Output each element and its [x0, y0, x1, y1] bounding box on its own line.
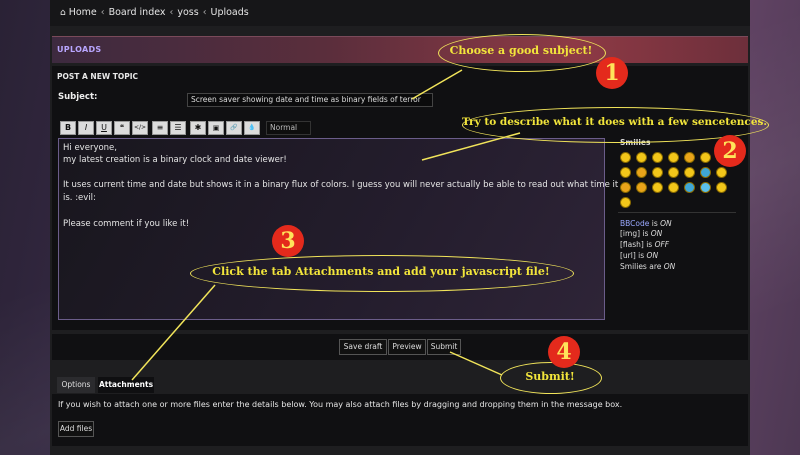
submit-buttons: Save draft Preview Submit — [52, 334, 748, 360]
annotation-text-2: Try to describe what it does with a few … — [462, 116, 768, 128]
home-icon: ⌂ — [60, 8, 66, 18]
smiley-icon[interactable] — [620, 167, 631, 178]
underline-button[interactable]: U — [96, 121, 112, 135]
navbar: ⌂ Home ‹ Board index ‹ yoss ‹ Uploads — [50, 0, 750, 26]
annotation-text-4: Submit! — [525, 370, 575, 383]
ordered-list-button[interactable]: ☰ — [170, 121, 186, 135]
smiley-icon[interactable] — [668, 152, 679, 163]
image-button[interactable]: ▣ — [208, 121, 224, 135]
tab-options[interactable]: Options — [57, 377, 95, 393]
preview-button[interactable]: Preview — [388, 339, 426, 355]
message-line: Hi everyone, — [63, 143, 117, 153]
annotation-number-3: 3 — [272, 225, 304, 257]
img-status: [img] is ON — [620, 229, 662, 238]
smiley-icon[interactable] — [636, 167, 647, 178]
breadcrumb-board-index[interactable]: Board index — [109, 7, 166, 18]
smiley-icon[interactable] — [636, 152, 647, 163]
breadcrumb-home[interactable]: Home — [69, 7, 97, 18]
bbcode-link[interactable]: BBCode — [620, 219, 649, 228]
annotation-number-4: 4 — [548, 336, 580, 368]
breadcrumb-separator: ‹ — [100, 7, 105, 18]
annotation-text-1: Choose a good subject! — [449, 44, 593, 57]
quote-button[interactable]: ❝ — [114, 121, 130, 135]
list-item-button[interactable]: ✱ — [190, 121, 206, 135]
message-line: my latest creation is a binary clock and… — [63, 155, 287, 165]
smilies-status-text: Smilies are — [620, 262, 664, 271]
smiley-icon[interactable] — [684, 167, 695, 178]
annotation-number-1: 1 — [596, 57, 628, 89]
smiley-icon[interactable] — [652, 167, 663, 178]
section-title: POST A NEW TOPIC — [57, 72, 138, 81]
message-textarea[interactable]: Hi everyone, my latest creation is a bin… — [58, 138, 618, 320]
subject-label: Subject: — [58, 92, 98, 102]
breadcrumb: ⌂ Home ‹ Board index ‹ yoss ‹ Uploads — [60, 7, 249, 18]
forum-title[interactable]: UPLOADS — [57, 45, 101, 54]
message-line: is. :evil: — [63, 193, 96, 203]
link-button[interactable]: 🔗 — [226, 121, 242, 135]
smiley-icon[interactable] — [700, 182, 711, 193]
code-button[interactable]: </> — [132, 121, 148, 135]
flash-status: [flash] is OFF — [620, 240, 669, 249]
attachments-help-text: If you wish to attach one or more files … — [58, 400, 623, 409]
submit-button[interactable]: Submit — [427, 339, 461, 355]
smiley-icon[interactable] — [716, 182, 727, 193]
flash-status-text: [flash] is — [620, 240, 655, 249]
bbcode-status-value: ON — [660, 219, 672, 228]
add-files-button[interactable]: Add files — [58, 421, 94, 437]
breadcrumb-yoss[interactable]: yoss — [177, 7, 198, 18]
smiley-icon[interactable] — [716, 167, 727, 178]
smiley-icon[interactable] — [668, 167, 679, 178]
smiley-icon[interactable] — [620, 182, 631, 193]
bbcode-status: BBCode is ON — [620, 219, 672, 228]
list-button[interactable]: ≡ — [152, 121, 168, 135]
smilies-status-value: ON — [663, 262, 676, 271]
italic-button[interactable]: I — [78, 121, 94, 135]
color-button[interactable]: 💧 — [244, 121, 260, 135]
smiley-icon[interactable] — [652, 182, 663, 193]
save-draft-button[interactable]: Save draft — [339, 339, 387, 355]
font-size-select[interactable]: Normal — [266, 121, 311, 135]
annotation-text-3: Click the tab Attachments and add your j… — [212, 265, 550, 278]
tab-attachments[interactable]: Attachments — [98, 377, 154, 393]
smiley-icon[interactable] — [620, 197, 631, 208]
smiley-icon[interactable] — [684, 152, 695, 163]
smiley-icon[interactable] — [700, 167, 711, 178]
message-line: It uses current time and date but shows … — [63, 180, 619, 190]
forum-header: UPLOADS — [52, 36, 748, 63]
bbcode-status-text: is — [649, 219, 661, 228]
smilies-status: Smilies are ON — [620, 262, 675, 271]
flash-status-value: OFF — [654, 240, 670, 249]
breadcrumb-separator: ‹ — [202, 7, 207, 18]
url-status-value: ON — [646, 251, 659, 260]
message-line: Please comment if you like it! — [63, 219, 190, 229]
divider — [618, 212, 736, 213]
smiley-icon[interactable] — [700, 152, 711, 163]
bold-button[interactable]: B — [60, 121, 76, 135]
smiley-icon[interactable] — [684, 182, 695, 193]
subject-input[interactable]: Screen saver showing date and time as bi… — [187, 93, 433, 107]
url-status: [url] is ON — [620, 251, 658, 260]
breadcrumb-uploads[interactable]: Uploads — [211, 7, 249, 18]
forum-panel: ⌂ Home ‹ Board index ‹ yoss ‹ Uploads UPLOADS P… — [50, 0, 750, 455]
smiley-icon[interactable] — [668, 182, 679, 193]
annotation-number-2: 2 — [714, 135, 746, 167]
img-status-text: [img] is — [620, 229, 651, 238]
breadcrumb-separator: ‹ — [169, 7, 174, 18]
smiley-icon[interactable] — [652, 152, 663, 163]
url-status-text: [url] is — [620, 251, 647, 260]
attachments-panel: If you wish to attach one or more files … — [52, 394, 748, 446]
img-status-value: ON — [650, 229, 663, 238]
smiley-icon[interactable] — [620, 152, 631, 163]
smiley-icon[interactable] — [636, 182, 647, 193]
